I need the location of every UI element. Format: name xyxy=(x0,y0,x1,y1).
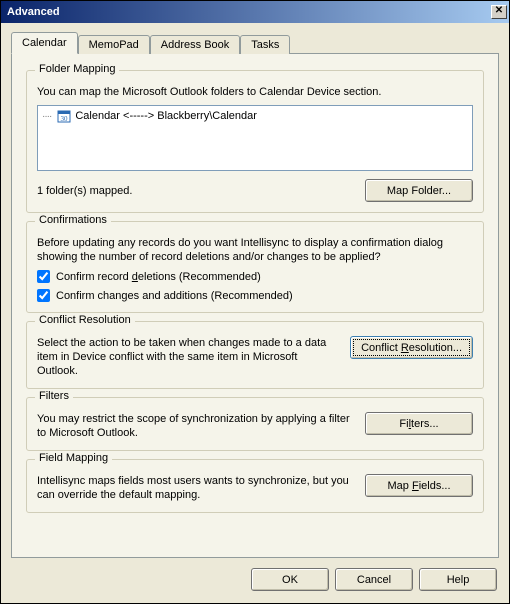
confirm-changes-label: Confirm changes and additions (Recommend… xyxy=(56,290,293,302)
map-fields-button[interactable]: Map Fields... xyxy=(365,474,473,497)
confirmations-desc: Before updating any records do you want … xyxy=(37,236,473,264)
list-item[interactable]: ···· 30 Calendar <-----> Blackberry\Cale… xyxy=(42,108,468,124)
legend-field-mapping: Field Mapping xyxy=(35,452,112,464)
legend-folder-mapping: Folder Mapping xyxy=(35,63,119,75)
tab-addressbook[interactable]: Address Book xyxy=(150,35,240,54)
confirm-deletions-row[interactable]: Confirm record deletions (Recommended) xyxy=(37,270,473,283)
confirm-changes-checkbox[interactable] xyxy=(37,289,50,302)
cancel-button[interactable]: Cancel xyxy=(335,568,413,591)
conflict-resolution-desc: Select the action to be taken when chang… xyxy=(37,336,338,378)
groupbox-filters: Filters You may restrict the scope of sy… xyxy=(26,397,484,451)
tab-calendar[interactable]: Calendar xyxy=(11,32,78,54)
groupbox-folder-mapping: Folder Mapping You can map the Microsoft… xyxy=(26,70,484,213)
legend-filters: Filters xyxy=(35,390,73,402)
legend-conflict-resolution: Conflict Resolution xyxy=(35,314,135,326)
window-title: Advanced xyxy=(7,6,491,18)
map-folder-button[interactable]: Map Folder... xyxy=(365,179,473,202)
tab-tasks[interactable]: Tasks xyxy=(240,35,290,54)
groupbox-field-mapping: Field Mapping Intellisync maps fields mo… xyxy=(26,459,484,513)
ok-button[interactable]: OK xyxy=(251,568,329,591)
svg-text:30: 30 xyxy=(61,115,69,123)
tab-panel-calendar: Folder Mapping You can map the Microsoft… xyxy=(11,53,499,558)
legend-confirmations: Confirmations xyxy=(35,214,111,226)
field-mapping-desc: Intellisync maps fields most users wants… xyxy=(37,474,353,502)
close-icon[interactable]: ✕ xyxy=(491,5,507,19)
calendar-icon: 30 xyxy=(57,109,71,123)
filters-desc: You may restrict the scope of synchroniz… xyxy=(37,412,353,440)
folder-mapping-item-text: Calendar <-----> Blackberry\Calendar xyxy=(75,110,257,122)
dialog-footer: OK Cancel Help xyxy=(11,558,499,593)
tab-memopad[interactable]: MemoPad xyxy=(78,35,150,54)
dialog-content: Calendar MemoPad Address Book Tasks Fold… xyxy=(1,23,509,603)
confirm-deletions-label: Confirm record deletions (Recommended) xyxy=(56,271,261,283)
advanced-dialog: Advanced ✕ Calendar MemoPad Address Book… xyxy=(0,0,510,604)
groupbox-confirmations: Confirmations Before updating any record… xyxy=(26,221,484,313)
confirm-deletions-checkbox[interactable] xyxy=(37,270,50,283)
help-button[interactable]: Help xyxy=(419,568,497,591)
tab-strip: Calendar MemoPad Address Book Tasks xyxy=(11,31,499,53)
titlebar: Advanced ✕ xyxy=(1,1,509,23)
confirm-changes-row[interactable]: Confirm changes and additions (Recommend… xyxy=(37,289,473,302)
conflict-resolution-button[interactable]: Conflict Resolution... xyxy=(350,336,473,359)
tree-connector-icon: ···· xyxy=(42,111,51,122)
folder-mapping-status: 1 folder(s) mapped. xyxy=(37,184,132,198)
folder-mapping-desc: You can map the Microsoft Outlook folder… xyxy=(37,85,473,99)
folder-mapping-list[interactable]: ···· 30 Calendar <-----> Blackberry\Cale… xyxy=(37,105,473,171)
filters-button[interactable]: Filters... xyxy=(365,412,473,435)
groupbox-conflict-resolution: Conflict Resolution Select the action to… xyxy=(26,321,484,389)
